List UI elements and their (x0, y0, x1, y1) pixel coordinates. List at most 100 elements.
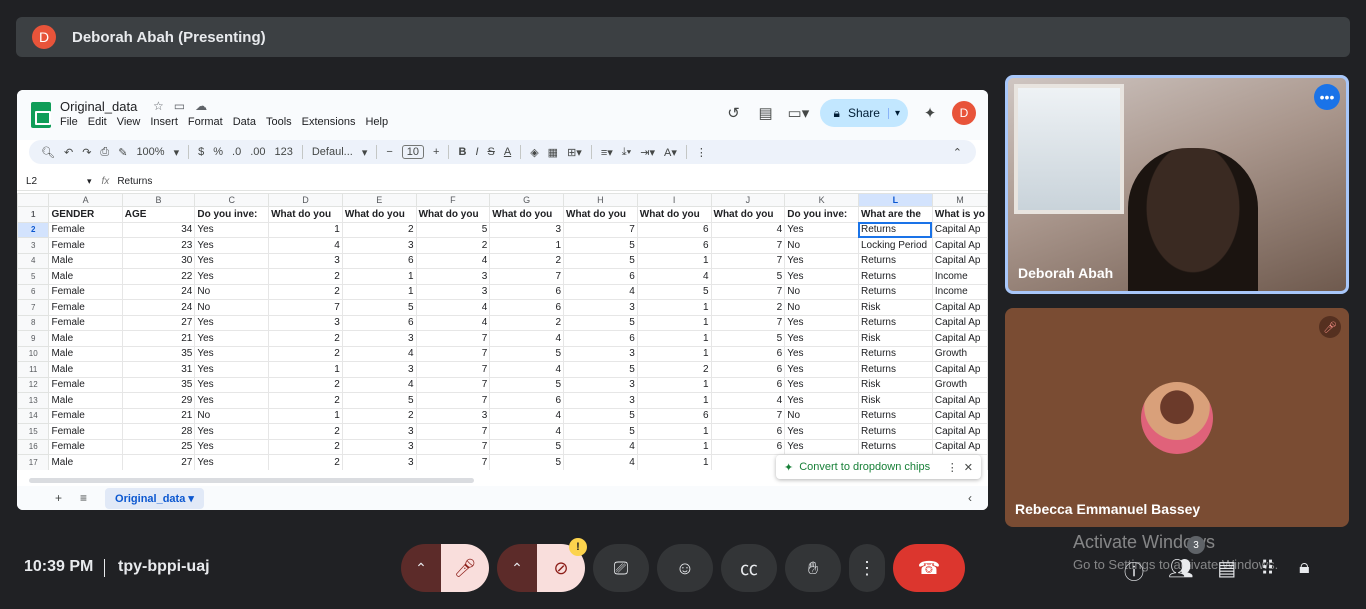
menu-file[interactable]: File (60, 116, 78, 128)
table-cell[interactable]: 3 (415, 407, 491, 424)
table-cell[interactable]: Capital Ap (931, 392, 988, 409)
table-cell[interactable]: 29 (121, 392, 196, 409)
captions-button[interactable]: ㏄ (721, 544, 777, 592)
table-cell[interactable]: 5 (563, 407, 638, 424)
table-cell[interactable]: 3 (563, 299, 638, 316)
row-number[interactable]: 11 (17, 361, 50, 378)
table-cell[interactable]: 3 (563, 345, 638, 362)
horizontal-align-icon[interactable]: ≡▾ (601, 146, 613, 159)
table-cell[interactable]: 3 (341, 361, 417, 378)
row-number[interactable]: 10 (17, 345, 50, 362)
table-cell[interactable]: 6 (710, 423, 786, 440)
table-cell[interactable]: Yes (194, 361, 270, 378)
row-number[interactable]: 17 (17, 454, 50, 470)
table-cell[interactable]: 35 (121, 376, 196, 393)
table-cell[interactable]: Yes (784, 438, 859, 455)
merge-cells-icon[interactable]: ⊞▾ (567, 146, 582, 159)
more-options-icon[interactable]: ••• (1314, 84, 1340, 110)
emoji-reactions-button[interactable]: ☺ (657, 544, 713, 592)
spreadsheet-grid[interactable]: ABCDEFGHIJKLM 1 GENDER AGE Do you inve: What… (17, 193, 988, 470)
table-cell[interactable]: 5 (636, 283, 712, 300)
table-cell[interactable]: 7 (415, 330, 491, 347)
font-size-increase-icon[interactable]: + (433, 146, 439, 158)
paint-format-icon[interactable]: ✎ (118, 146, 127, 159)
column-header-g[interactable]: G (489, 193, 565, 207)
row-number[interactable]: 8 (17, 314, 50, 331)
table-cell[interactable]: 28 (121, 423, 196, 440)
table-cell[interactable]: 30 (121, 252, 196, 269)
all-sheets-icon[interactable]: ≡ (80, 491, 87, 505)
table-cell[interactable]: Risk (857, 392, 933, 409)
table-cell[interactable]: Capital Ap (931, 330, 988, 347)
font-select[interactable]: Defaul... (312, 146, 353, 158)
row-number[interactable]: 15 (17, 423, 50, 440)
more-options-icon[interactable]: ⋮ (947, 461, 958, 474)
table-cell[interactable]: 3 (341, 438, 417, 455)
table-cell[interactable]: Female (48, 221, 123, 238)
table-cell[interactable]: 1 (268, 361, 343, 378)
table-cell[interactable]: 4 (563, 283, 638, 300)
table-cell[interactable]: 3 (341, 423, 417, 440)
table-cell[interactable]: Yes (194, 376, 270, 393)
table-cell[interactable]: 3 (415, 268, 491, 285)
table-cell[interactable]: What do you (563, 206, 638, 223)
table-cell[interactable]: 7 (710, 237, 786, 254)
table-cell[interactable]: 1 (636, 376, 712, 393)
menu-data[interactable]: Data (233, 116, 256, 128)
raise-hand-button[interactable]: ✋︎ (785, 544, 841, 592)
table-cell[interactable]: Do you inve: (784, 206, 859, 223)
column-header-m[interactable]: M (931, 193, 988, 207)
table-cell[interactable]: 25 (121, 438, 196, 455)
table-cell[interactable]: GENDER (48, 206, 123, 223)
table-cell[interactable]: 4 (710, 392, 786, 409)
table-cell[interactable]: Capital Ap (931, 252, 988, 269)
table-cell[interactable]: 1 (636, 454, 712, 470)
meeting-info-icon[interactable]: ⓘ (1124, 556, 1144, 585)
table-cell[interactable]: 5 (563, 314, 638, 331)
table-cell[interactable]: What do you (341, 206, 417, 223)
undo-icon[interactable]: ↶ (64, 146, 73, 159)
table-cell[interactable]: Male (48, 268, 123, 285)
table-cell[interactable]: 5 (415, 221, 491, 238)
column-header-c[interactable]: C (194, 193, 270, 207)
table-cell[interactable]: Female (48, 314, 123, 331)
table-cell[interactable]: 4 (710, 221, 786, 238)
row-number[interactable]: 9 (17, 330, 50, 347)
table-cell[interactable]: No (194, 299, 270, 316)
table-cell[interactable]: Female (48, 376, 123, 393)
participant-tile-deborah[interactable]: ••• Deborah Abah (1005, 75, 1349, 294)
chevron-down-icon[interactable]: ▾ (87, 176, 92, 187)
table-cell[interactable]: 7 (415, 438, 491, 455)
document-title[interactable]: Original_data (60, 99, 137, 114)
table-cell[interactable]: 5 (489, 438, 565, 455)
row-number[interactable]: 12 (17, 376, 50, 393)
table-cell[interactable]: Capital Ap (931, 438, 988, 455)
borders-icon[interactable]: ▦ (548, 146, 558, 159)
table-cell[interactable]: 6 (341, 252, 417, 269)
row-number[interactable]: 3 (17, 237, 50, 254)
table-cell[interactable]: Capital Ap (931, 237, 988, 254)
table-cell[interactable]: 2 (268, 283, 343, 300)
table-cell[interactable]: 1 (636, 330, 712, 347)
table-cell[interactable]: 7 (415, 361, 491, 378)
strikethrough-icon[interactable]: S (488, 146, 495, 158)
table-cell[interactable]: Female (48, 423, 123, 440)
close-icon[interactable]: ✕ (964, 461, 973, 474)
share-button[interactable]: 🔒︎ Share ▾ (819, 99, 908, 127)
table-cell[interactable]: 7 (415, 345, 491, 362)
table-cell[interactable]: 1 (341, 268, 417, 285)
table-cell[interactable]: Yes (784, 392, 859, 409)
table-cell[interactable]: No (784, 299, 859, 316)
print-icon[interactable]: ⎙ (100, 146, 109, 159)
table-cell[interactable]: What do you (415, 206, 491, 223)
table-cell[interactable]: Yes (194, 252, 270, 269)
horizontal-scrollbar[interactable] (29, 478, 474, 483)
table-cell[interactable]: 7 (415, 376, 491, 393)
table-cell[interactable]: 2 (489, 314, 565, 331)
people-icon[interactable]: 👥︎ (1168, 556, 1193, 585)
menu-format[interactable]: Format (188, 116, 223, 128)
table-cell[interactable]: 7 (710, 252, 786, 269)
table-cell[interactable]: Returns (857, 314, 933, 331)
dropdown-chips-popup[interactable]: ✦ Convert to dropdown chips ⋮ ✕ (776, 455, 981, 479)
table-cell[interactable]: 5 (563, 237, 638, 254)
